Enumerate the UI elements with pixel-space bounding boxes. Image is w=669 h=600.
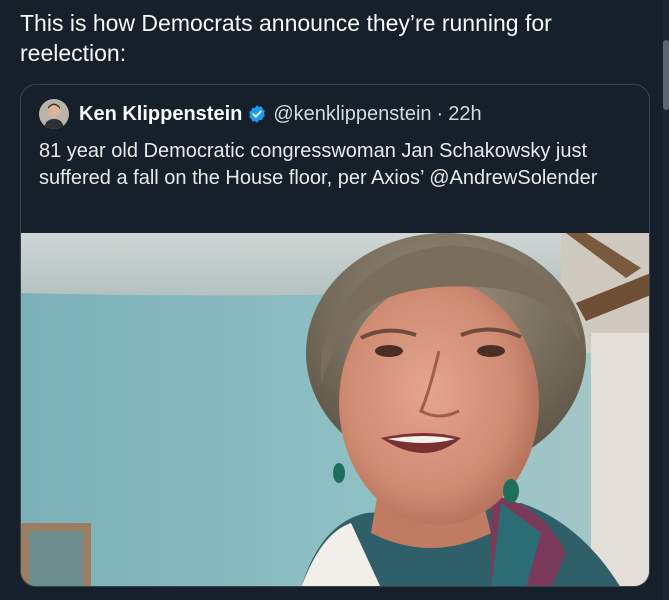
verified-check-icon <box>249 105 266 123</box>
avatar[interactable] <box>39 99 69 129</box>
scrollbar-thumb[interactable] <box>663 40 669 110</box>
quoted-post-text: 81 year old Democratic congresswoman Jan… <box>39 140 598 189</box>
quoted-post-photo[interactable] <box>21 233 650 587</box>
post-text: This is how Democrats announce they’re r… <box>20 10 552 66</box>
timestamp[interactable]: 22h <box>448 103 481 126</box>
quoted-post-header: Ken Klippenstein @kenklippenstein · 22h <box>39 98 482 130</box>
author-handle[interactable]: @kenklippenstein <box>273 103 431 126</box>
quoted-post-card[interactable]: Ken Klippenstein @kenklippenstein · 22h … <box>20 84 650 587</box>
scrollbar[interactable] <box>663 0 669 600</box>
author-name[interactable]: Ken Klippenstein <box>79 103 242 126</box>
separator-dot: · <box>436 102 444 125</box>
